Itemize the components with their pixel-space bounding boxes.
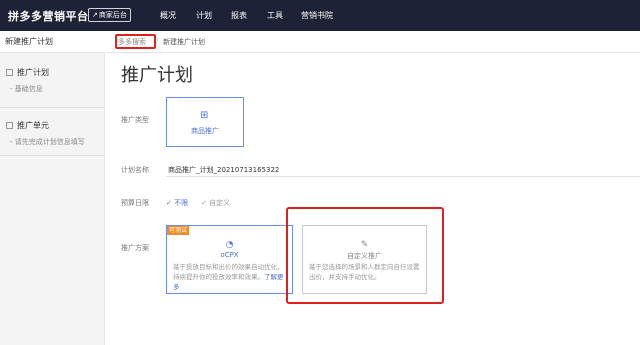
app-logo[interactable]: 拼多多营销平台 <box>8 8 89 24</box>
highlight-box-custom-scheme <box>286 207 444 304</box>
sidebar-divider <box>0 107 104 108</box>
external-link-icon: ↗ <box>92 11 98 19</box>
scheme-ocpx-desc: 基于投放目标和出价的效果自动优化，持续提升你的投放效率和效果。了解更多 <box>173 262 286 292</box>
sidebar-divider <box>0 155 104 156</box>
breadcrumb-separator: / <box>156 37 159 45</box>
nav-marketing-academy[interactable]: 营销书院 <box>301 10 333 21</box>
budget-option-unlimited[interactable]: ✓ 不限 <box>166 198 188 208</box>
sidebar: 新建推广计划 推广计划 - 基础信息 推广单元 - 请先完成计划信息填写 <box>0 31 105 345</box>
breadcrumb-current: 新建推广计划 <box>163 38 205 46</box>
sidebar-subitem-unit-hint: - 请先完成计划信息填写 <box>10 138 85 146</box>
nav-tools[interactable]: 工具 <box>267 10 283 21</box>
check-icon: ✓ <box>166 199 175 207</box>
promo-type-label: 推广类型 <box>121 116 149 124</box>
folder-icon <box>6 69 13 76</box>
sidebar-subitem-basic-info[interactable]: - 基础信息 <box>10 84 43 94</box>
promo-type-card-label: 商品推广 <box>191 127 219 135</box>
sidebar-subitem-basic-info-label: 基础信息 <box>14 85 43 93</box>
top-navigation-bar: 拼多多营销平台 ↗商家后台 概况 计划 报表 工具 营销书院 <box>0 0 640 31</box>
sidebar-subitem-unit-hint-label: 请先完成计划信息填写 <box>14 138 85 146</box>
highlight-box-breadcrumb <box>115 34 156 49</box>
plan-name-label: 计划名称 <box>121 166 149 174</box>
gift-icon: ⊞ <box>200 110 209 121</box>
scheme-card-ocpx[interactable]: 可测试 ◔ oCPX 基于投放目标和出价的效果自动优化，持续提升你的投放效率和效… <box>166 225 293 294</box>
sidebar-item-plan[interactable]: 推广计划 <box>6 67 49 78</box>
scheme-badge: 可测试 <box>167 226 190 235</box>
budget-option-custom-label: 自定义 <box>209 199 231 207</box>
check-icon: ✓ <box>201 199 210 207</box>
scheme-label: 推广方案 <box>121 244 149 252</box>
nav-plan[interactable]: 计划 <box>196 10 212 21</box>
plan-name-input[interactable]: 商品推广_计划_20210713165322 <box>168 165 279 175</box>
sidebar-header: 新建推广计划 <box>0 31 105 53</box>
signal-icon: ◔ <box>225 240 234 250</box>
budget-option-custom[interactable]: ✓ 自定义 <box>201 198 230 208</box>
sidebar-item-unit[interactable]: 推广单元 <box>6 120 49 131</box>
sidebar-item-plan-label: 推广计划 <box>17 68 49 77</box>
breadcrumb: 多多搜索 / 新建推广计划 <box>106 31 640 53</box>
nav-report[interactable]: 报表 <box>231 10 247 21</box>
promo-type-card-product[interactable]: ⊞ 商品推广 <box>166 97 244 147</box>
budget-label: 预算日限 <box>121 199 149 207</box>
plan-name-underline <box>166 176 640 177</box>
scheme-ocpx-title: oCPX <box>220 251 239 259</box>
page-title: 推广计划 <box>121 65 193 86</box>
nav-overview[interactable]: 概况 <box>160 10 176 21</box>
sidebar-item-unit-label: 推广单元 <box>17 121 49 130</box>
merchant-backend-button[interactable]: ↗商家后台 <box>88 8 131 22</box>
budget-option-unlimited-label: 不限 <box>174 199 189 207</box>
unit-icon <box>6 122 13 129</box>
merchant-backend-label: 商家后台 <box>98 11 127 19</box>
main-content: 多多搜索 / 新建推广计划 推广计划 推广类型 ⊞ 商品推广 计划名称 商品推广… <box>106 31 640 345</box>
